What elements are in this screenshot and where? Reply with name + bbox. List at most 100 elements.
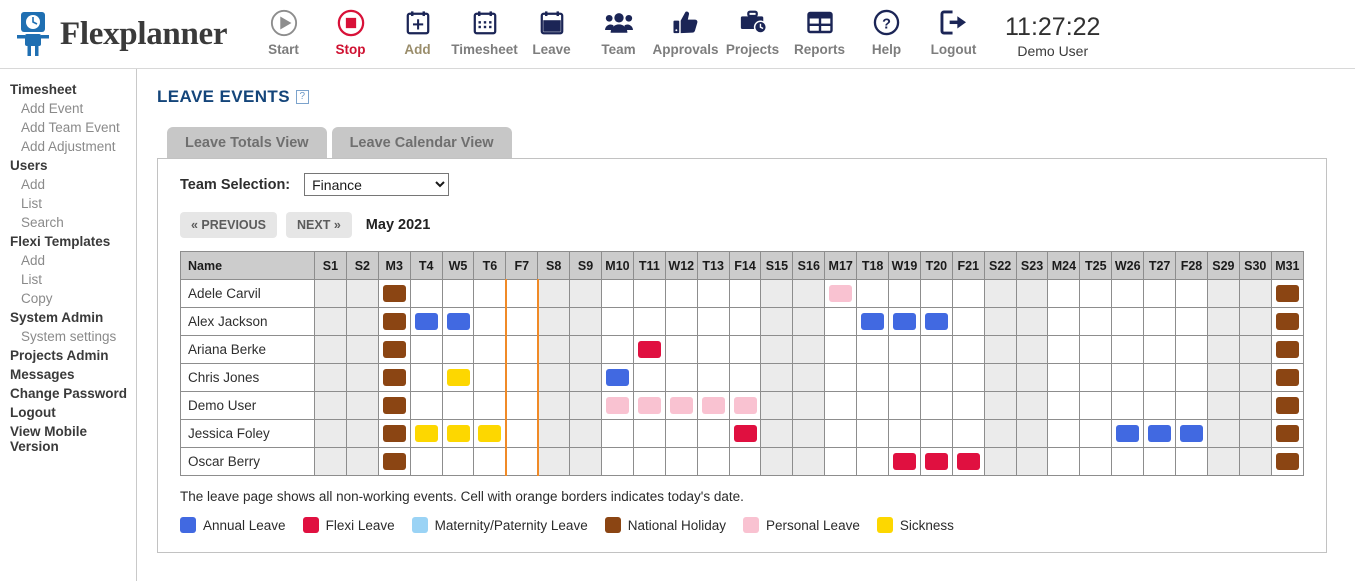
leave-cell-t27[interactable]: [1143, 335, 1177, 364]
tab-leave-totals-view[interactable]: Leave Totals View: [167, 127, 327, 158]
leave-cell-f21[interactable]: [951, 279, 985, 308]
leave-cell-m17[interactable]: [824, 447, 858, 476]
toolbar-item-approvals[interactable]: Approvals: [652, 6, 719, 57]
leave-cell-m24[interactable]: [1047, 419, 1081, 448]
leave-cell-t11[interactable]: [632, 391, 666, 420]
leave-cell-t25[interactable]: [1079, 279, 1113, 308]
sidebar-item-add-adjustment[interactable]: Add Adjustment: [0, 137, 136, 156]
leave-cell-m17[interactable]: [824, 363, 858, 392]
leave-cell-s8[interactable]: [537, 279, 571, 308]
leave-cell-t20[interactable]: [919, 335, 953, 364]
leave-cell-f21[interactable]: [951, 391, 985, 420]
leave-cell-s29[interactable]: [1206, 363, 1240, 392]
leave-cell-w26[interactable]: [1111, 419, 1145, 448]
leave-cell-t6[interactable]: [473, 335, 507, 364]
leave-cell-s15[interactable]: [760, 391, 794, 420]
leave-cell-s1[interactable]: [314, 363, 347, 392]
leave-cell-m24[interactable]: [1047, 335, 1081, 364]
leave-cell-s30[interactable]: [1238, 279, 1272, 308]
sidebar-item-timesheet[interactable]: Timesheet: [0, 80, 136, 99]
leave-cell-w26[interactable]: [1111, 391, 1145, 420]
leave-cell-w26[interactable]: [1111, 363, 1145, 392]
leave-cell-t6[interactable]: [473, 419, 507, 448]
sidebar-item-copy[interactable]: Copy: [0, 289, 136, 308]
leave-cell-s29[interactable]: [1206, 335, 1240, 364]
leave-cell-t18[interactable]: [856, 419, 890, 448]
leave-cell-t18[interactable]: [856, 447, 890, 476]
help-icon[interactable]: ?: [295, 90, 309, 104]
leave-cell-m31[interactable]: [1270, 391, 1305, 420]
leave-cell-t18[interactable]: [856, 307, 890, 336]
leave-cell-t25[interactable]: [1079, 335, 1113, 364]
leave-cell-s2[interactable]: [345, 391, 379, 420]
leave-cell-t18[interactable]: [856, 391, 890, 420]
leave-cell-s30[interactable]: [1238, 335, 1272, 364]
leave-cell-s9[interactable]: [569, 279, 603, 308]
leave-cell-t27[interactable]: [1143, 419, 1177, 448]
leave-cell-t20[interactable]: [919, 363, 953, 392]
leave-cell-s2[interactable]: [345, 279, 379, 308]
leave-cell-t6[interactable]: [473, 447, 507, 476]
leave-cell-s16[interactable]: [792, 419, 826, 448]
leave-cell-f7[interactable]: [504, 307, 539, 336]
leave-cell-f21[interactable]: [951, 335, 985, 364]
leave-cell-s15[interactable]: [760, 335, 794, 364]
leave-cell-t20[interactable]: [919, 391, 953, 420]
leave-cell-t25[interactable]: [1079, 447, 1113, 476]
next-button[interactable]: NEXT »: [286, 212, 352, 238]
leave-cell-w19[interactable]: [888, 419, 921, 448]
leave-cell-m17[interactable]: [824, 391, 858, 420]
leave-cell-f21[interactable]: [951, 447, 985, 476]
leave-cell-t6[interactable]: [473, 307, 507, 336]
leave-cell-t4[interactable]: [409, 279, 443, 308]
leave-cell-t13[interactable]: [696, 363, 730, 392]
leave-cell-w5[interactable]: [441, 363, 475, 392]
leave-cell-t11[interactable]: [632, 419, 666, 448]
toolbar-item-stop[interactable]: Stop: [317, 6, 384, 57]
sidebar-item-list[interactable]: List: [0, 194, 136, 213]
leave-cell-t6[interactable]: [473, 363, 507, 392]
leave-cell-s29[interactable]: [1206, 447, 1240, 476]
leave-cell-m24[interactable]: [1047, 279, 1081, 308]
leave-cell-f28[interactable]: [1175, 279, 1208, 308]
leave-cell-s30[interactable]: [1238, 419, 1272, 448]
leave-cell-s22[interactable]: [983, 391, 1017, 420]
leave-cell-m10[interactable]: [601, 391, 634, 420]
leave-cell-t4[interactable]: [409, 419, 443, 448]
leave-cell-m3[interactable]: [377, 391, 411, 420]
leave-cell-m3[interactable]: [377, 307, 411, 336]
leave-cell-w12[interactable]: [664, 279, 698, 308]
leave-cell-w12[interactable]: [664, 419, 698, 448]
leave-cell-t13[interactable]: [696, 279, 730, 308]
leave-cell-s22[interactable]: [983, 363, 1017, 392]
leave-cell-m3[interactable]: [377, 279, 411, 308]
leave-cell-m24[interactable]: [1047, 363, 1081, 392]
leave-cell-t27[interactable]: [1143, 307, 1177, 336]
leave-cell-s8[interactable]: [537, 391, 571, 420]
leave-cell-s23[interactable]: [1015, 335, 1049, 364]
leave-cell-s8[interactable]: [537, 419, 571, 448]
team-select[interactable]: Finance: [304, 173, 450, 196]
sidebar-item-logout[interactable]: Logout: [0, 403, 136, 422]
leave-cell-w12[interactable]: [664, 363, 698, 392]
sidebar-item-add-team-event[interactable]: Add Team Event: [0, 118, 136, 137]
leave-cell-w19[interactable]: [888, 363, 921, 392]
leave-cell-s29[interactable]: [1206, 279, 1240, 308]
leave-cell-t13[interactable]: [696, 447, 730, 476]
leave-cell-w5[interactable]: [441, 279, 475, 308]
leave-cell-s8[interactable]: [537, 363, 571, 392]
leave-cell-t13[interactable]: [696, 307, 730, 336]
leave-cell-s1[interactable]: [314, 307, 347, 336]
leave-cell-s30[interactable]: [1238, 363, 1272, 392]
toolbar-item-team[interactable]: Team: [585, 6, 652, 57]
leave-cell-f7[interactable]: [504, 391, 539, 420]
leave-cell-t20[interactable]: [919, 307, 953, 336]
leave-cell-f14[interactable]: [728, 419, 762, 448]
brand[interactable]: Flexplanner: [0, 11, 250, 57]
sidebar-item-system-settings[interactable]: System settings: [0, 327, 136, 346]
leave-cell-s2[interactable]: [345, 335, 379, 364]
leave-cell-m3[interactable]: [377, 363, 411, 392]
leave-cell-s16[interactable]: [792, 335, 826, 364]
sidebar-item-users[interactable]: Users: [0, 156, 136, 175]
leave-cell-m31[interactable]: [1270, 363, 1305, 392]
